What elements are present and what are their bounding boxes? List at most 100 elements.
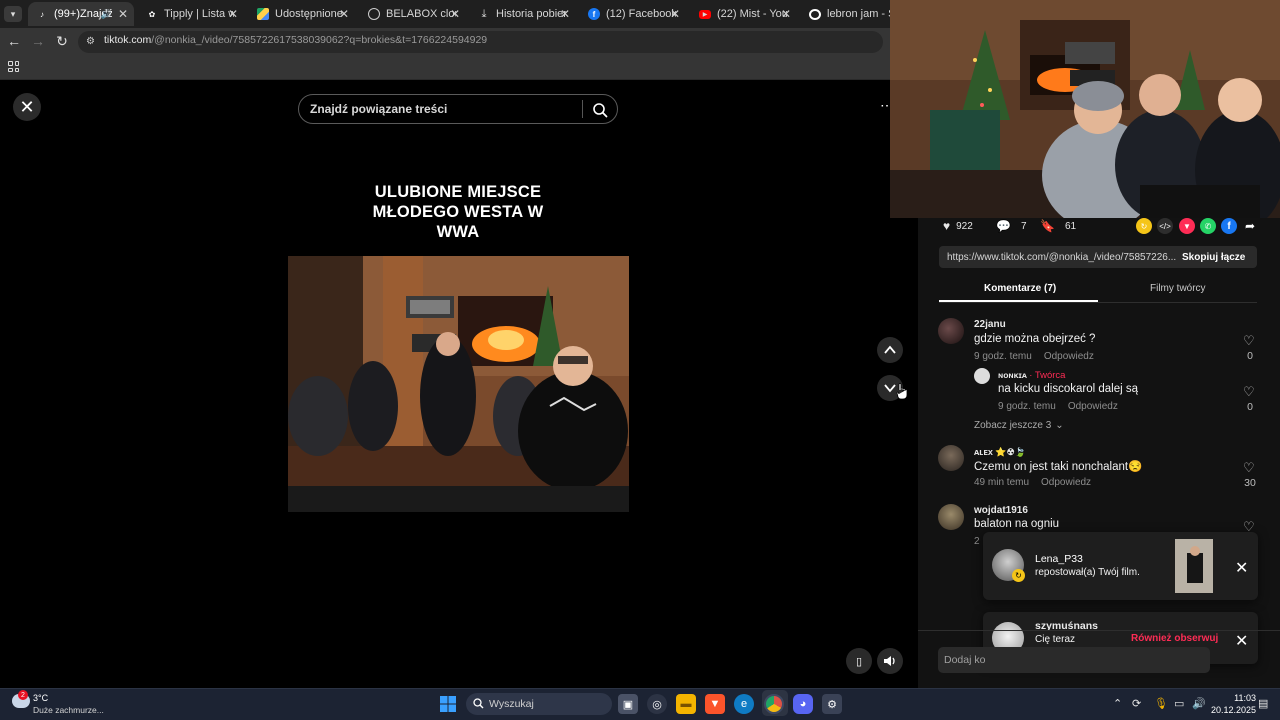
comment-username[interactable]: ᴀʟᴇx ⭐☢🍃 <box>974 447 1026 458</box>
repost-notification[interactable] <box>983 532 1258 600</box>
close-tab-icon[interactable]: ✕ <box>560 7 570 21</box>
heart-outline-icon[interactable]: ♡ <box>1243 384 1255 400</box>
clock-date[interactable]: 20.12.2025 <box>1210 705 1256 715</box>
site-info-icon[interactable]: ⚙ <box>86 36 95 47</box>
chevron-down-icon <box>884 384 896 393</box>
globe-icon <box>368 8 380 20</box>
speaker-icon[interactable]: 🔊 <box>1192 697 1206 710</box>
close-icon[interactable]: ✕ <box>1235 558 1248 578</box>
weather-description[interactable]: Duże zachmurze... <box>33 705 104 715</box>
close-tab-icon[interactable]: ✕ <box>228 7 238 21</box>
comment-meta: 2 <box>974 536 980 547</box>
comment-username[interactable]: ɴᴏɴᴋɪᴀ · Twórca <box>998 370 1065 381</box>
windows-start-icon[interactable] <box>438 694 458 714</box>
close-tab-icon[interactable]: ✕ <box>450 7 460 21</box>
edge-icon[interactable]: e <box>734 694 754 714</box>
url-text: tiktok.com/@nonkia_/video/75857226175380… <box>104 34 488 46</box>
tab-youtube[interactable]: ▶ (22) Mist - YouTub ✕ <box>691 2 797 26</box>
floating-player-button[interactable]: ▯ <box>846 648 872 674</box>
task-view-icon[interactable]: ▣ <box>618 694 638 714</box>
speaker-icon[interactable]: 🔊 <box>101 9 112 20</box>
forward-arrow-icon[interactable]: → <box>29 33 47 49</box>
heart-icon: ♥ <box>943 219 951 233</box>
close-icon[interactable]: ✕ <box>1235 631 1248 651</box>
file-explorer-icon[interactable]: ▬ <box>676 694 696 714</box>
volume-icon <box>884 656 895 666</box>
tab-drive[interactable]: Udostępnione dla ✕ <box>249 2 355 26</box>
share-arrow-icon[interactable]: ➦ <box>1242 218 1258 234</box>
bookmarks-bar <box>0 56 890 80</box>
google-icon <box>809 8 821 20</box>
sync-icon[interactable]: ⟳ <box>1132 697 1141 710</box>
comment-text: Czemu on jest taki nonchalant😒 <box>974 461 1143 473</box>
more-options-icon[interactable]: ⋯ <box>880 98 894 114</box>
tabs-divider <box>939 302 1257 303</box>
tab-comments[interactable]: Komentarze (7) <box>984 283 1056 294</box>
heart-outline-icon[interactable]: ♡ <box>1243 333 1255 349</box>
close-tab-icon[interactable]: ✕ <box>670 7 680 21</box>
embed-icon[interactable]: </> <box>1157 218 1173 234</box>
like-count[interactable]: ♥ 922 <box>943 219 973 233</box>
taskbar-search-box[interactable] <box>466 693 612 715</box>
network-icon[interactable]: ▭ <box>1174 697 1184 710</box>
follow-back-button[interactable]: Również obserwuj <box>1131 633 1218 644</box>
send-to-friends-icon[interactable]: ▼ <box>1179 218 1195 234</box>
whatsapp-icon[interactable]: ✆ <box>1200 218 1216 234</box>
tab-facebook[interactable]: f (12) Facebook ✕ <box>580 2 686 26</box>
avatar[interactable] <box>974 368 990 384</box>
tab-downloads[interactable]: ⤓ Historia pobierani ✕ <box>470 2 576 26</box>
taskbar-search-label: Wyszukaj <box>489 698 534 710</box>
tab-creator-videos[interactable]: Filmy twórcy <box>1150 283 1206 294</box>
volume-button[interactable] <box>877 648 903 674</box>
copy-link-button[interactable]: Skopiuj łącze <box>1182 252 1245 263</box>
video-frame-image <box>288 256 629 512</box>
tab-belabox[interactable]: BELABOX cloud ✕ <box>360 2 466 26</box>
search-icon[interactable] <box>592 102 608 118</box>
settings-icon[interactable]: ⚙ <box>822 694 842 714</box>
microphone-icon[interactable]: 🎙 <box>1154 697 1168 710</box>
tab-tiktok[interactable]: ♪ (99+)Znajdź 't 🔊 ✕ <box>28 2 134 26</box>
tab-tipply[interactable]: ✿ Tipply | Lista wiad ✕ <box>138 2 244 26</box>
comment-meta: 49 min temu Odpowiedz <box>974 477 1092 488</box>
close-tab-icon[interactable]: ✕ <box>339 7 349 21</box>
tab-search-button[interactable]: ▾ <box>4 6 22 22</box>
reply-button[interactable]: Odpowiedz <box>1068 401 1118 412</box>
comment-username[interactable]: wojdat1916 <box>974 505 1028 516</box>
save-count[interactable]: 🔖 61 <box>1040 219 1076 233</box>
facebook-icon: f <box>588 8 600 20</box>
apps-grid-icon[interactable] <box>8 61 19 72</box>
comment-count[interactable]: 💬 7 <box>996 219 1027 233</box>
video-thumbnail <box>1175 539 1213 593</box>
tab-google[interactable]: lebron jam - Szuk <box>801 2 890 26</box>
previous-video-button[interactable] <box>877 337 903 363</box>
facebook-share-icon[interactable]: f <box>1221 218 1237 234</box>
heart-outline-icon[interactable]: ♡ <box>1243 460 1255 476</box>
repost-icon: ↻ <box>1012 569 1025 582</box>
back-arrow-icon[interactable]: ← <box>5 33 23 49</box>
repost-icon[interactable]: ↻ <box>1136 218 1152 234</box>
reply-button[interactable]: Odpowiedz <box>1044 351 1094 362</box>
comment-text: balaton na ogniu <box>974 518 1060 530</box>
share-link-text[interactable]: https://www.tiktok.com/@nonkia_/video/75… <box>947 252 1176 263</box>
close-player-button[interactable]: ✕ <box>13 93 41 121</box>
reload-icon[interactable]: ↻ <box>53 33 71 50</box>
obs-icon[interactable]: ◎ <box>647 694 667 714</box>
avatar[interactable] <box>938 318 964 344</box>
weather-temperature[interactable]: 3°C <box>33 693 48 703</box>
chevron-up-icon[interactable]: ⌃ <box>1113 697 1122 710</box>
close-tab-icon[interactable]: ✕ <box>781 7 791 21</box>
comment-username[interactable]: 22janu <box>974 319 1006 330</box>
close-tab-icon[interactable]: ✕ <box>118 7 128 21</box>
discord-icon[interactable]: ◕ <box>793 694 813 714</box>
reply-button[interactable]: Odpowiedz <box>1041 477 1091 488</box>
see-more-replies-button[interactable]: Zobacz jeszcze 3 ⌄ <box>974 420 1064 431</box>
clock-time[interactable]: 11:03 <box>1222 693 1256 703</box>
comment-text: gdzie można obejrzeć ? <box>974 333 1096 345</box>
avatar[interactable] <box>938 504 964 530</box>
avatar[interactable] <box>938 445 964 471</box>
comment-like-count: 30 <box>1244 477 1256 489</box>
notification-bell-icon[interactable]: ▤ <box>1258 697 1268 710</box>
brave-icon[interactable]: ▼ <box>705 694 725 714</box>
mouse-cursor-icon <box>896 383 908 400</box>
drive-icon <box>257 8 269 20</box>
